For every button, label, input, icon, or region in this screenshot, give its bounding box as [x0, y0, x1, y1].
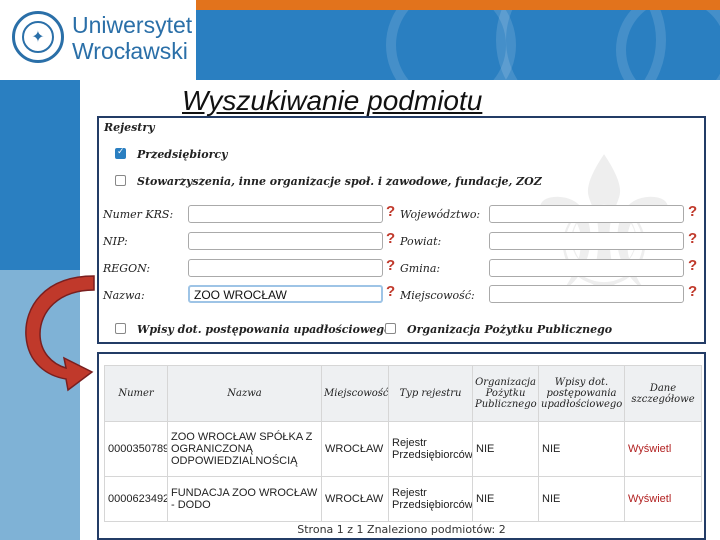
- cell-number: 0000350789: [104, 421, 168, 477]
- top-orange-bar: [196, 0, 720, 10]
- logo-line-1: Uniwersytet: [72, 12, 193, 38]
- table-row: 0000623492 FUNDACJA ZOO WROCŁAW - DODO W…: [104, 476, 702, 522]
- cell-bankruptcy: NIE: [538, 421, 625, 477]
- cell-number: 0000623492: [104, 476, 168, 522]
- header-locality: Miejscowość: [321, 365, 389, 422]
- cell-details: Wyświetl: [624, 476, 702, 522]
- locality-help-icon[interactable]: ?: [688, 284, 697, 300]
- bankruptcy-checkbox[interactable]: [115, 323, 126, 334]
- pagination-info: Strona 1 z 1 Znaleziono podmiotów: 2: [297, 523, 506, 536]
- cell-name: FUNDACJA ZOO WROCŁAW - DODO: [167, 476, 322, 522]
- public-benefit-label: Organizacja Pożytku Publicznego: [407, 323, 613, 336]
- commune-help-icon[interactable]: ?: [688, 258, 697, 274]
- nip-help-icon[interactable]: ?: [386, 231, 395, 247]
- header-public-benefit: Organizacja Pożytku Publicznego: [472, 365, 539, 422]
- cell-details: Wyświetl: [624, 421, 702, 477]
- regon-help-icon[interactable]: ?: [386, 258, 395, 274]
- slide-title: Wyszukiwanie podmiotu: [182, 85, 483, 116]
- county-input[interactable]: [489, 232, 684, 250]
- regon-input[interactable]: [188, 259, 383, 277]
- logo-text: Uniwersytet Wrocławski: [72, 12, 192, 64]
- voivodeship-input[interactable]: [489, 205, 684, 223]
- registers-heading: Rejestry: [104, 121, 155, 134]
- logo-line-2: Wrocławski: [72, 38, 188, 64]
- voivodeship-label: Województwo:: [400, 208, 481, 221]
- county-label: Powiat:: [400, 235, 442, 248]
- university-logo: ✦ Uniwersytet Wrocławski: [0, 0, 196, 80]
- name-help-icon[interactable]: ?: [386, 284, 395, 300]
- associations-checkbox[interactable]: [115, 175, 126, 186]
- nip-input[interactable]: [188, 232, 383, 250]
- show-details-link[interactable]: Wyświetl: [628, 443, 671, 455]
- cell-register-type: Rejestr Przedsiębiorców: [388, 421, 473, 477]
- cell-locality: WROCŁAW: [321, 421, 389, 477]
- show-details-link[interactable]: Wyświetl: [628, 493, 671, 505]
- header-bankruptcy: Wpisy dot. postępowania upadłościowego: [538, 365, 625, 422]
- cell-name: ZOO WROCŁAW SPÓŁKA Z OGRANICZONĄ ODPOWIE…: [167, 421, 322, 477]
- table-row: 0000350789 ZOO WROCŁAW SPÓŁKA Z OGRANICZ…: [104, 421, 702, 477]
- locality-input[interactable]: [489, 285, 684, 303]
- emblem-inner-ring: ✦: [22, 21, 54, 53]
- eagle-watermark-icon: ⚜: [514, 116, 694, 344]
- search-panel: ⚜ Rejestry Przedsiębiorcy Stowarzyszenia…: [97, 116, 706, 344]
- public-benefit-checkbox[interactable]: [385, 323, 396, 334]
- name-input[interactable]: ZOO WROCŁAW: [188, 285, 383, 303]
- entrepreneurs-checkbox[interactable]: [115, 147, 126, 159]
- entrepreneurs-label: Przedsiębiorcy: [137, 148, 228, 161]
- krs-help-icon[interactable]: ?: [386, 204, 395, 220]
- krs-input[interactable]: [188, 205, 383, 223]
- krs-label: Numer KRS:: [103, 208, 174, 221]
- header-name: Nazwa: [167, 365, 322, 422]
- results-header-row: Numer Nazwa Miejscowość Typ rejestru Org…: [104, 365, 702, 422]
- cell-locality: WROCŁAW: [321, 476, 389, 522]
- left-decor-dark: [0, 80, 80, 270]
- results-table: Numer Nazwa Miejscowość Typ rejestru Org…: [104, 365, 702, 522]
- cell-bankruptcy: NIE: [538, 476, 625, 522]
- results-panel: Numer Nazwa Miejscowość Typ rejestru Org…: [97, 352, 706, 540]
- header-register-type: Typ rejestru: [388, 365, 473, 422]
- university-emblem-icon: ✦: [12, 11, 64, 63]
- nip-label: NIP:: [103, 235, 128, 248]
- eagle-icon: ✦: [31, 27, 45, 46]
- cell-register-type: Rejestr Przedsiębiorców: [388, 476, 473, 522]
- bankruptcy-label: Wpisy dot. postępowania upadłościowego: [137, 323, 392, 336]
- commune-label: Gmina:: [400, 262, 441, 275]
- top-banner: [196, 10, 720, 80]
- voivodeship-help-icon[interactable]: ?: [688, 204, 697, 220]
- county-help-icon[interactable]: ?: [688, 231, 697, 247]
- commune-input[interactable]: [489, 259, 684, 277]
- cell-public-benefit: NIE: [472, 476, 539, 522]
- locality-label: Miejscowość:: [400, 289, 475, 302]
- banner-swirl: [616, 10, 720, 80]
- associations-label: Stowarzyszenia, inne organizacje społ. i…: [137, 175, 542, 188]
- header-number: Numer: [104, 365, 168, 422]
- header-details: Dane szczegółowe: [624, 365, 702, 422]
- cell-public-benefit: NIE: [472, 421, 539, 477]
